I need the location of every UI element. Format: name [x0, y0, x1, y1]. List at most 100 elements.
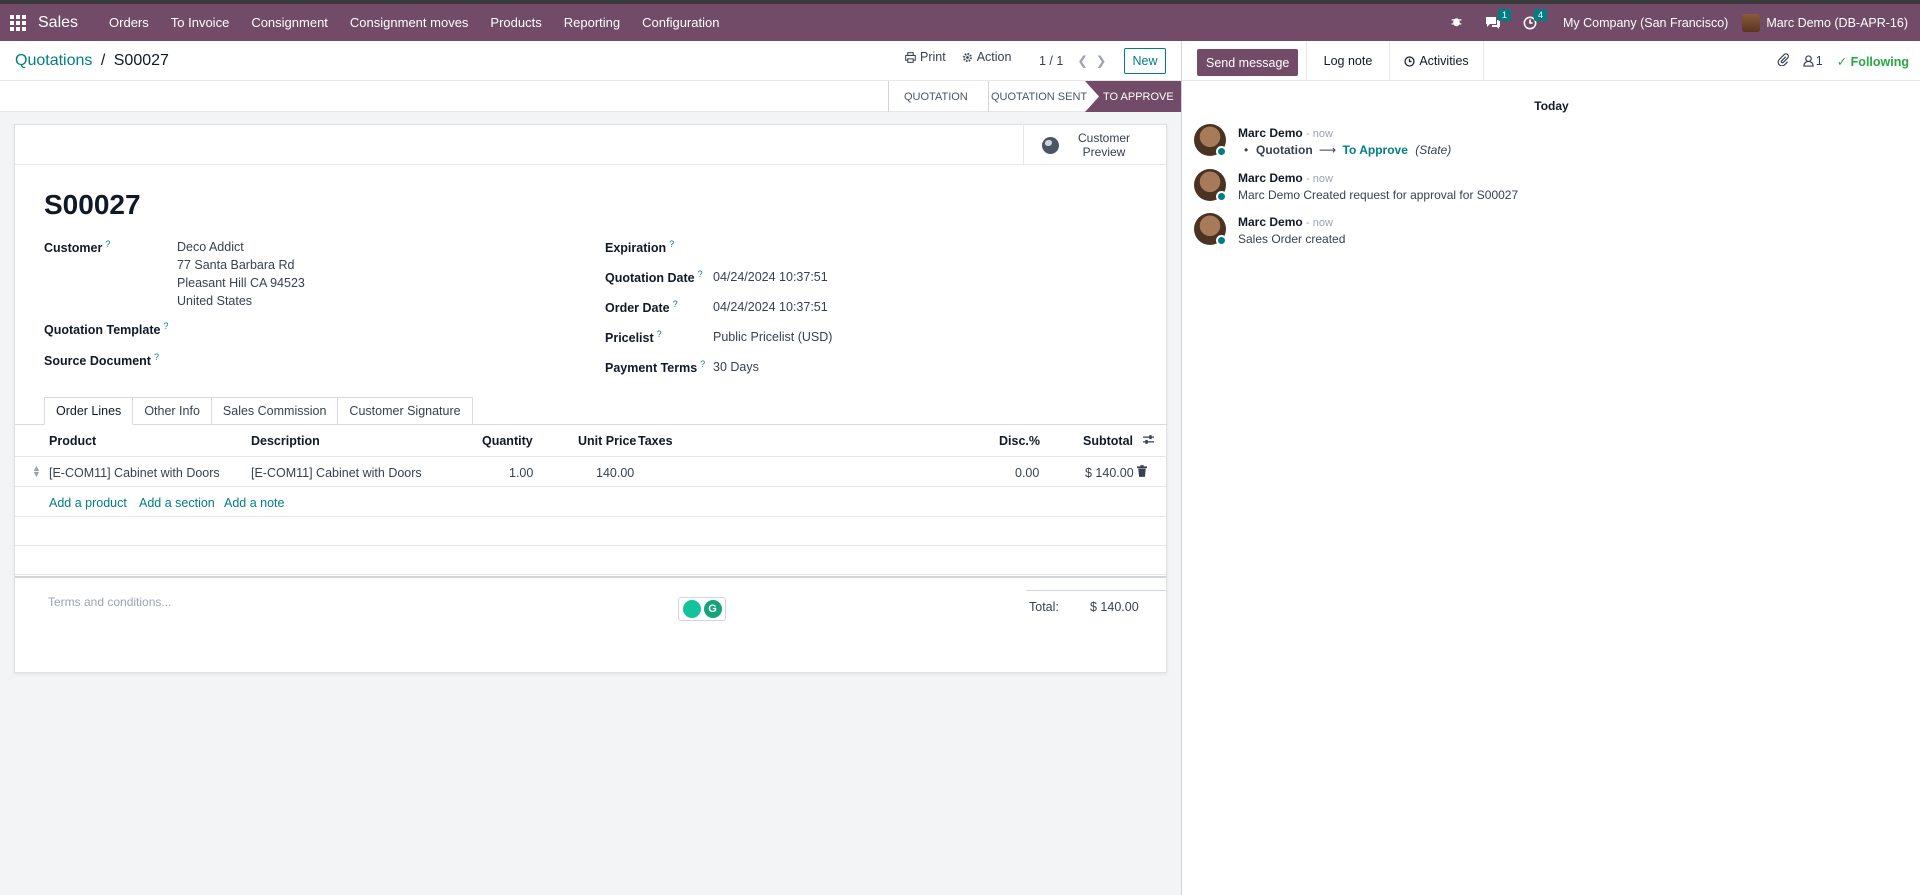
pager-previous-icon[interactable]: ❮: [1077, 53, 1087, 68]
tab-customer-signature[interactable]: Customer Signature: [338, 397, 473, 425]
pager-next-icon[interactable]: ❯: [1096, 53, 1106, 68]
source-document-field[interactable]: [177, 348, 557, 370]
column-subtotal[interactable]: Subtotal: [1083, 434, 1133, 448]
customer-label: Customer?: [44, 239, 111, 256]
line-quantity[interactable]: 1.00: [509, 466, 533, 480]
customer-preview-button[interactable]: Customer Preview: [1023, 125, 1166, 165]
help-icon: ?: [700, 359, 706, 369]
add-section-link[interactable]: Add a section: [139, 496, 215, 510]
help-icon: ?: [697, 269, 703, 279]
send-message-button[interactable]: Send message: [1197, 49, 1299, 76]
status-bar: QUOTATION QUOTATION SENT TO APPROVE: [0, 81, 1181, 112]
action-button[interactable]: Action: [962, 50, 1011, 64]
help-icon: ?: [656, 329, 662, 339]
menu-reporting[interactable]: Reporting: [553, 15, 631, 30]
tab-order-lines[interactable]: Order Lines: [44, 397, 134, 425]
quotation-date-field[interactable]: 04/24/2024 10:37:51: [713, 268, 828, 286]
column-unit-price[interactable]: Unit Price: [578, 434, 636, 448]
tab-sales-commission[interactable]: Sales Commission: [211, 397, 339, 425]
menu-configuration[interactable]: Configuration: [631, 15, 730, 30]
following-button[interactable]: ✓ Following: [1837, 54, 1909, 69]
line-product[interactable]: [E-COM11] Cabinet with Doors: [49, 466, 220, 480]
line-description[interactable]: [E-COM11] Cabinet with Doors: [251, 466, 422, 480]
stage-to-approve[interactable]: TO APPROVE: [1085, 81, 1181, 112]
app-brand[interactable]: Sales: [38, 14, 78, 32]
empty-row: [15, 546, 1166, 575]
stage-quotation-sent[interactable]: QUOTATION SENT: [988, 81, 1100, 112]
source-document-label: Source Document?: [44, 352, 159, 369]
expiration-field[interactable]: [713, 235, 1143, 257]
grammarly-widget[interactable]: G: [678, 597, 726, 621]
payment-terms-field[interactable]: 30 Days: [713, 358, 759, 376]
expiration-label: Expiration?: [605, 239, 675, 256]
pricelist-field[interactable]: Public Pricelist (USD): [713, 328, 832, 346]
quotation-date-label: Quotation Date?: [605, 269, 703, 286]
add-line-row: Add a product Add a section Add a note: [15, 487, 1166, 517]
messaging-icon[interactable]: 1: [1485, 8, 1511, 30]
menu-consignment-moves[interactable]: Consignment moves: [339, 15, 480, 30]
control-panel: Quotations / S00027 Print Action 1 / 1 ❮…: [0, 41, 1181, 81]
add-note-link[interactable]: Add a note: [224, 496, 284, 510]
user-avatar: [1742, 13, 1761, 32]
optional-columns-icon[interactable]: [1142, 434, 1155, 448]
terms-conditions-input[interactable]: Terms and conditions...: [48, 595, 171, 609]
log-note-button[interactable]: Log note: [1306, 41, 1390, 81]
breadcrumb-separator: /: [100, 52, 106, 69]
menu-to-invoice[interactable]: To Invoice: [160, 15, 241, 30]
activities-button[interactable]: Activities: [1390, 41, 1484, 81]
column-discount[interactable]: Disc.%: [999, 434, 1040, 448]
order-date-field[interactable]: 04/24/2024 10:37:51: [713, 298, 828, 316]
followers-button[interactable]: 1: [1803, 54, 1823, 68]
online-status-icon: [1216, 146, 1227, 157]
apps-menu-icon[interactable]: [10, 14, 26, 31]
help-icon: ?: [105, 239, 111, 249]
customer-field[interactable]: Deco Addict 77 Santa Barbara Rd Pleasant…: [177, 238, 305, 310]
add-product-link[interactable]: Add a product: [49, 496, 127, 510]
date-separator: Today: [1534, 99, 1569, 113]
check-icon: ✓: [1836, 54, 1848, 69]
payment-terms-label: Payment Terms?: [605, 359, 706, 376]
customer-name[interactable]: Deco Addict: [177, 238, 305, 256]
menu-products[interactable]: Products: [479, 15, 552, 30]
quotation-template-label: Quotation Template?: [44, 321, 169, 338]
debug-bug-icon[interactable]: [1450, 15, 1463, 31]
quotation-template-field[interactable]: [177, 317, 557, 339]
breadcrumb-quotations[interactable]: Quotations: [15, 52, 92, 69]
column-quantity[interactable]: Quantity: [482, 434, 533, 448]
grammarly-icon: G: [703, 600, 722, 618]
column-description[interactable]: Description: [251, 434, 320, 448]
clock-icon: [1404, 55, 1415, 67]
column-taxes[interactable]: Taxes: [638, 434, 673, 448]
menu-orders[interactable]: Orders: [98, 15, 160, 30]
attachment-paperclip-icon[interactable]: [1777, 53, 1789, 69]
customer-country: United States: [177, 294, 253, 308]
menu-consignment[interactable]: Consignment: [240, 15, 339, 30]
help-icon: ?: [163, 321, 169, 331]
pager-value[interactable]: 1 / 1: [1039, 54, 1063, 68]
activities-clock-icon[interactable]: 4: [1523, 8, 1547, 30]
order-lines-header: Product Description Quantity Unit Price …: [15, 425, 1166, 457]
line-unit-price[interactable]: 140.00: [596, 466, 634, 480]
column-product[interactable]: Product: [49, 434, 96, 448]
help-icon: ?: [669, 239, 675, 249]
drag-handle-icon[interactable]: ▲ ▼: [32, 464, 41, 479]
record-title: S00027: [44, 189, 141, 220]
print-button[interactable]: Print: [905, 50, 946, 64]
message-body: Marc Demo Created request for approval f…: [1238, 188, 1519, 202]
online-status-icon: [1216, 191, 1227, 202]
print-icon: [905, 51, 916, 63]
message-author: Marc Demo - now: [1238, 171, 1333, 185]
table-row[interactable]: ▲ ▼ [E-COM11] Cabinet with Doors [E-COM11…: [15, 457, 1166, 487]
new-button[interactable]: New: [1124, 48, 1166, 74]
stage-quotation[interactable]: QUOTATION: [888, 81, 988, 112]
trash-icon[interactable]: [1137, 465, 1147, 480]
online-status-icon: [1216, 235, 1227, 246]
tab-other-info[interactable]: Other Info: [133, 397, 212, 425]
message-body: Sales Order created: [1238, 232, 1346, 246]
user-menu[interactable]: Marc Demo (DB-APR-16): [1742, 13, 1908, 32]
line-discount[interactable]: 0.00: [1015, 466, 1039, 480]
globe-icon: [1042, 136, 1059, 154]
breadcrumb-current: S00027: [113, 52, 169, 69]
empty-row: [15, 517, 1166, 546]
company-switcher[interactable]: My Company (San Francisco): [1563, 16, 1728, 30]
